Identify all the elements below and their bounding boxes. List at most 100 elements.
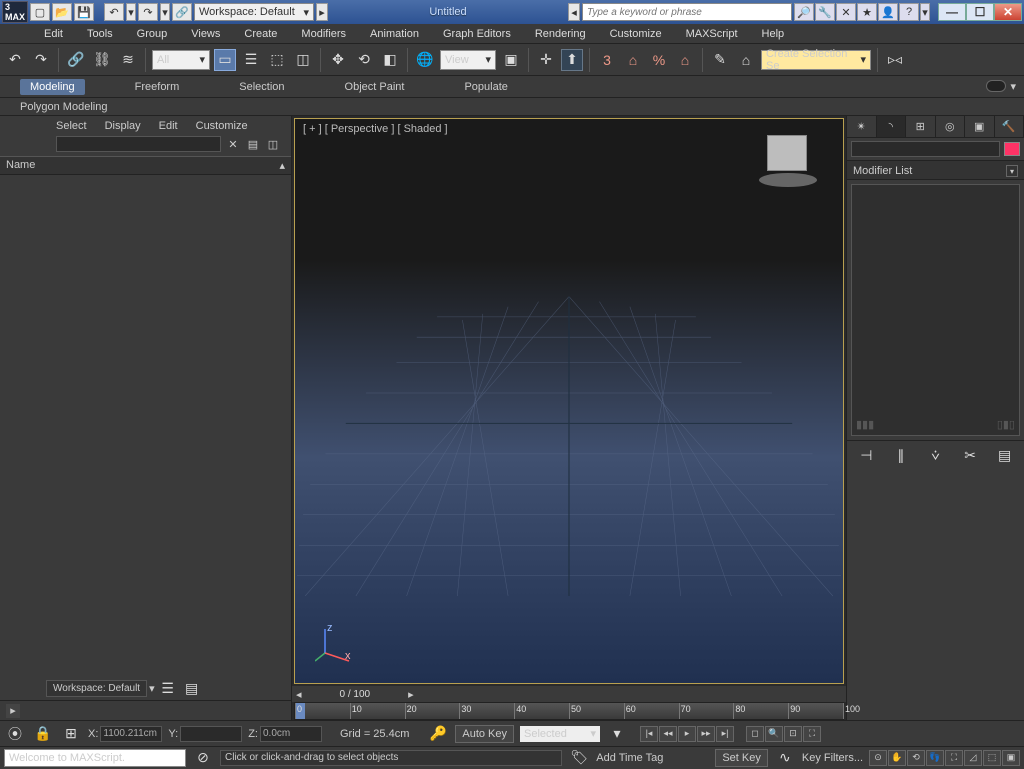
window-crossing-icon[interactable]: ◫ <box>292 49 314 71</box>
ref-coord-combo[interactable]: View▾ <box>440 50 496 70</box>
zoom-all-icon[interactable]: ⊡ <box>784 726 802 742</box>
viewcube[interactable] <box>753 129 823 189</box>
maximize-button[interactable]: ☐ <box>966 3 994 21</box>
workspace-combo[interactable]: Workspace: Default ▾ <box>194 3 314 21</box>
ribbon-dropdown-icon[interactable]: ▾ <box>1010 80 1016 93</box>
key-dropdown-icon[interactable]: ▾ <box>606 723 628 745</box>
se-menu-edit[interactable]: Edit <box>159 120 178 132</box>
z-field[interactable] <box>260 726 322 742</box>
layers-icon[interactable]: ▤ <box>181 677 203 699</box>
y-field[interactable] <box>180 726 242 742</box>
zoom-ext-icon[interactable]: ⛶ <box>803 726 821 742</box>
tab-populate[interactable]: Populate <box>454 79 517 95</box>
keyfilters-button[interactable]: Key Filters... <box>802 752 863 764</box>
setkey-button[interactable]: Set Key <box>715 749 768 767</box>
se-column-header[interactable]: Name ▴ <box>0 156 291 175</box>
orbit-icon[interactable]: ⟲ <box>907 750 925 766</box>
isolate-icon[interactable]: ◻ <box>746 726 764 742</box>
cp-tab-modify-icon[interactable]: ◝ <box>877 116 907 137</box>
angle-snap-icon[interactable]: ⌂ <box>622 49 644 71</box>
key-target-combo[interactable]: Selected▾ <box>520 726 600 742</box>
key-mode-icon[interactable]: 🔑 <box>427 723 449 745</box>
maxscript-listener[interactable]: Welcome to MAXScript. <box>4 749 186 767</box>
keyboard-shortcut-icon[interactable]: ⬆ <box>561 49 583 71</box>
menu-animation[interactable]: Animation <box>370 28 419 40</box>
menu-tools[interactable]: Tools <box>87 28 113 40</box>
ribbon-toggle-icon[interactable] <box>986 80 1006 92</box>
tab-selection[interactable]: Selection <box>229 79 294 95</box>
selection-filter-combo[interactable]: All▾ <box>152 50 210 70</box>
workspace-switcher[interactable]: Workspace: Default ▾ ☰ ▤ <box>46 678 203 698</box>
rotate-tool-icon[interactable]: ⟲ <box>353 49 375 71</box>
viewport[interactable]: [ + ] [ Perspective ] [ Shaded ] <box>294 118 844 684</box>
close-button[interactable]: ✕ <box>994 3 1022 21</box>
timetag-icon[interactable]: 🏷 <box>568 747 590 769</box>
redo-icon[interactable]: ↷ <box>138 3 158 21</box>
tab-objectpaint[interactable]: Object Paint <box>335 79 415 95</box>
autokey-button[interactable]: Auto Key <box>455 725 514 743</box>
se-find-icon[interactable]: ▤ <box>245 136 261 152</box>
se-clear-icon[interactable]: ✕ <box>225 136 241 152</box>
se-menu-customize[interactable]: Customize <box>196 120 248 132</box>
walk-icon[interactable]: 👣 <box>926 750 944 766</box>
mirror-icon[interactable]: ▹◃ <box>884 49 906 71</box>
exchange-icon[interactable]: ✕ <box>836 3 856 21</box>
modifier-stack[interactable]: ▮▮▮ ▯▮▯ <box>851 184 1020 436</box>
cp-tab-create-icon[interactable]: ✴ <box>847 116 877 137</box>
key-wave-icon[interactable]: ∿ <box>774 747 796 769</box>
layer-icon[interactable]: ☰ <box>157 677 179 699</box>
lock-icon[interactable]: ⦿ <box>4 723 26 745</box>
menu-create[interactable]: Create <box>244 28 277 40</box>
scale-tool-icon[interactable]: ◧ <box>379 49 401 71</box>
unlink-tool-icon[interactable]: ⛓ <box>91 49 113 71</box>
time-config-icon[interactable]: ⊙ <box>869 750 887 766</box>
x-field[interactable] <box>100 726 162 742</box>
select-region-icon[interactable]: ⬚ <box>266 49 288 71</box>
redo-tool-icon[interactable]: ↷ <box>30 49 52 71</box>
tab-freeform[interactable]: Freeform <box>125 79 190 95</box>
zoom-region-icon[interactable]: ⬚ <box>983 750 1001 766</box>
named-sel-icon[interactable]: ⌂ <box>735 49 757 71</box>
minimize-button[interactable]: — <box>938 3 966 21</box>
abs-rel-icon[interactable]: ⊞ <box>60 723 82 745</box>
listener-toggle-icon[interactable]: ⊘ <box>192 747 214 769</box>
ref-coord-icon[interactable]: 🌐 <box>414 49 436 71</box>
frame-next-icon[interactable]: ▸ <box>408 688 414 701</box>
object-color-swatch[interactable] <box>1004 142 1020 156</box>
object-name-field[interactable] <box>851 141 1000 157</box>
modifier-list-combo[interactable]: Modifier List ▾ <box>847 160 1024 180</box>
menu-grapheditors[interactable]: Graph Editors <box>443 28 511 40</box>
unique-icon[interactable]: ⩒ <box>924 445 946 467</box>
edit-named-sel-icon[interactable]: ✎ <box>709 49 731 71</box>
infocenter-icon[interactable]: 🔎 <box>794 3 814 21</box>
save-icon[interactable]: 💾 <box>74 3 94 21</box>
min-max-icon[interactable]: ⛶ <box>945 750 963 766</box>
menu-rendering[interactable]: Rendering <box>535 28 586 40</box>
help-dropdown-icon[interactable]: ▾ <box>920 3 930 21</box>
menu-views[interactable]: Views <box>191 28 220 40</box>
se-expand-icon[interactable]: ▸ <box>6 704 20 718</box>
pin-stack-icon[interactable]: ⊣ <box>855 445 877 467</box>
named-selection-combo[interactable]: Create Selection Se▾ <box>761 50 871 70</box>
undo-icon[interactable]: ↶ <box>104 3 124 21</box>
manipulate-icon[interactable]: ✛ <box>535 49 557 71</box>
undo-dropdown-icon[interactable]: ▾ <box>126 3 136 21</box>
search-back-icon[interactable]: ◂ <box>568 3 580 21</box>
zoom-icon[interactable]: 🔍 <box>765 726 783 742</box>
pan-icon[interactable]: ✋ <box>888 750 906 766</box>
se-filter-input[interactable] <box>56 136 221 152</box>
menu-maxscript[interactable]: MAXScript <box>686 28 738 40</box>
app-icon[interactable]: 3MAX <box>2 1 28 23</box>
play-icon[interactable]: ▸ <box>678 726 696 742</box>
goto-start-icon[interactable]: |◂ <box>640 726 658 742</box>
selection-lock-icon[interactable]: 🔒 <box>32 723 54 745</box>
use-center-icon[interactable]: ▣ <box>500 49 522 71</box>
time-ruler[interactable]: 0102030405060708090100 <box>294 702 844 720</box>
select-object-icon[interactable]: ▭ <box>214 49 236 71</box>
menu-help[interactable]: Help <box>762 28 785 40</box>
menu-group[interactable]: Group <box>137 28 168 40</box>
snap-toggle-icon[interactable]: 3 <box>596 49 618 71</box>
search-input[interactable] <box>582 3 792 21</box>
comm-icon[interactable]: 🔧 <box>815 3 835 21</box>
cp-tab-utilities-icon[interactable]: 🔨 <box>995 116 1024 137</box>
